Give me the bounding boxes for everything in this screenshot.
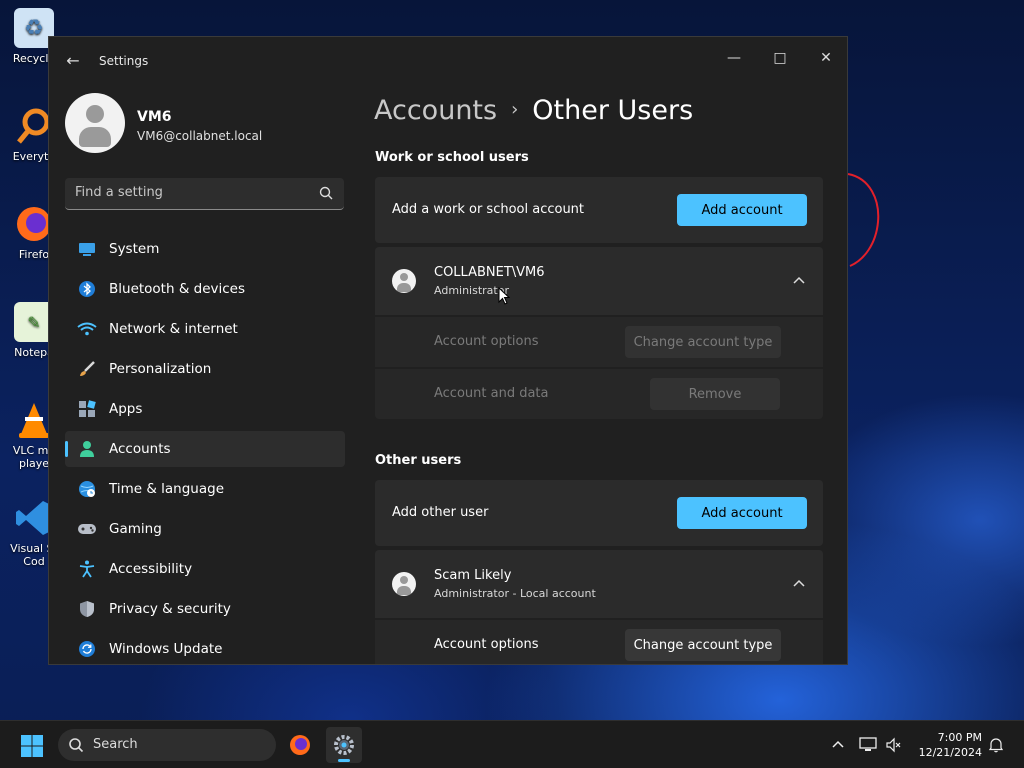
add-work-account-label: Add a work or school account bbox=[392, 202, 585, 217]
sidebar-item-time-language[interactable]: Time & language bbox=[65, 471, 345, 507]
search-icon bbox=[69, 738, 84, 753]
sidebar-item-label: Accounts bbox=[109, 441, 171, 457]
work-account-options-label: Account options bbox=[434, 334, 539, 349]
taskbar-settings-button[interactable] bbox=[326, 727, 362, 763]
user-avatar-icon bbox=[392, 572, 416, 596]
sidebar-item-label: Privacy & security bbox=[109, 601, 231, 617]
sidebar-item-apps[interactable]: Apps bbox=[65, 391, 345, 427]
taskbar-firefox-button[interactable] bbox=[282, 727, 318, 763]
sidebar-item-label: Personalization bbox=[109, 361, 212, 377]
chevron-up-icon[interactable] bbox=[791, 273, 807, 289]
update-icon bbox=[77, 639, 97, 659]
add-other-user-card: Add other user Add account bbox=[375, 480, 823, 546]
avatar bbox=[65, 93, 125, 153]
other-change-account-type-button[interactable]: Change account type bbox=[625, 629, 781, 661]
search-icon[interactable] bbox=[318, 185, 334, 201]
shield-icon bbox=[77, 599, 97, 619]
add-other-user-label: Add other user bbox=[392, 505, 489, 520]
accounts-icon bbox=[77, 439, 97, 459]
accessibility-icon bbox=[77, 559, 97, 579]
sidebar-nav: System Bluetooth & devices Network & int… bbox=[65, 231, 345, 664]
profile-email: VM6@collabnet.local bbox=[137, 129, 263, 143]
chevron-up-tray-icon[interactable] bbox=[828, 735, 848, 755]
work-account-options-row: Account options Change account type bbox=[375, 317, 823, 367]
other-user-card[interactable]: Scam Likely Administrator - Local accoun… bbox=[375, 550, 823, 618]
sidebar-item-personalization[interactable]: Personalization bbox=[65, 351, 345, 387]
clock-date: 12/21/2024 bbox=[918, 746, 982, 759]
work-remove-button[interactable]: Remove bbox=[650, 378, 780, 410]
maximize-button[interactable]: □ bbox=[757, 43, 803, 73]
sidebar-item-network[interactable]: Network & internet bbox=[65, 311, 345, 347]
network-icon bbox=[77, 319, 97, 339]
add-work-account-button[interactable]: Add account bbox=[677, 194, 807, 226]
red-annotation-scribble bbox=[847, 173, 880, 267]
notification-bell-icon[interactable] bbox=[986, 735, 1006, 755]
minimize-button[interactable]: — bbox=[711, 43, 757, 73]
find-setting-input[interactable] bbox=[75, 185, 305, 200]
taskbar: Search 7:00 PM 12/21/2024 bbox=[0, 720, 1024, 768]
network-monitor-icon[interactable] bbox=[858, 735, 878, 755]
sidebar-item-label: Windows Update bbox=[109, 641, 223, 657]
brush-icon bbox=[77, 359, 97, 379]
window-title: Settings bbox=[99, 54, 149, 68]
mouse-cursor-icon bbox=[498, 287, 510, 305]
add-work-account-card: Add a work or school account Add account bbox=[375, 177, 823, 243]
work-change-account-type-button[interactable]: Change account type bbox=[625, 326, 781, 358]
firefox-icon bbox=[290, 735, 310, 755]
close-button[interactable]: ✕ bbox=[803, 43, 847, 73]
find-setting-box[interactable] bbox=[65, 178, 344, 210]
other-users-heading: Other users bbox=[375, 453, 462, 468]
volume-muted-icon[interactable] bbox=[884, 735, 904, 755]
breadcrumb-parent-accounts[interactable]: Accounts bbox=[374, 95, 497, 126]
gamepad-icon bbox=[77, 519, 97, 539]
breadcrumb-separator-icon: › bbox=[511, 99, 519, 120]
sidebar-item-label: Time & language bbox=[109, 481, 225, 497]
taskbar-clock[interactable]: 7:00 PM 12/21/2024 bbox=[912, 730, 982, 760]
sidebar-item-bluetooth[interactable]: Bluetooth & devices bbox=[65, 271, 345, 307]
other-user-role: Administrator - Local account bbox=[434, 587, 596, 600]
bluetooth-icon bbox=[77, 279, 97, 299]
work-account-data-row: Account and data Remove bbox=[375, 369, 823, 419]
sidebar-item-windows-update[interactable]: Windows Update bbox=[65, 631, 345, 664]
sidebar-item-system[interactable]: System bbox=[65, 231, 345, 267]
add-other-user-button[interactable]: Add account bbox=[677, 497, 807, 529]
gear-icon bbox=[334, 735, 354, 755]
work-account-data-label: Account and data bbox=[434, 386, 549, 401]
work-user-card[interactable]: COLLABNET\VM6 Administrator bbox=[375, 247, 823, 315]
apps-icon bbox=[77, 399, 97, 419]
sidebar-item-label: Apps bbox=[109, 401, 143, 417]
sidebar-item-label: Gaming bbox=[109, 521, 162, 537]
title-bar[interactable]: ← Settings — □ ✕ bbox=[49, 37, 847, 85]
user-avatar-icon bbox=[392, 269, 416, 293]
chevron-up-icon[interactable] bbox=[791, 576, 807, 592]
globe-clock-icon bbox=[77, 479, 97, 499]
sidebar-item-label: Network & internet bbox=[109, 321, 238, 337]
sidebar-item-label: Accessibility bbox=[109, 561, 193, 577]
taskbar-search-box[interactable]: Search bbox=[58, 729, 276, 761]
other-account-options-row: Account options Change account type bbox=[375, 620, 823, 664]
system-icon bbox=[77, 239, 97, 259]
sidebar-item-accounts[interactable]: Accounts bbox=[65, 431, 345, 467]
windows-start-icon[interactable] bbox=[20, 734, 44, 758]
back-arrow-icon[interactable]: ← bbox=[63, 51, 83, 71]
page-title: Other Users bbox=[532, 95, 694, 126]
sidebar-item-label: Bluetooth & devices bbox=[109, 281, 246, 297]
work-user-name: COLLABNET\VM6 bbox=[434, 265, 545, 280]
other-user-name: Scam Likely bbox=[434, 568, 512, 583]
sidebar-item-accessibility[interactable]: Accessibility bbox=[65, 551, 345, 587]
sidebar-item-gaming[interactable]: Gaming bbox=[65, 511, 345, 547]
clock-time: 7:00 PM bbox=[937, 731, 982, 744]
sidebar-item-label: System bbox=[109, 241, 160, 257]
breadcrumb: Accounts › Other Users bbox=[374, 95, 693, 126]
taskbar-search-label: Search bbox=[93, 737, 138, 752]
sidebar-item-privacy-security[interactable]: Privacy & security bbox=[65, 591, 345, 627]
profile-name: VM6 bbox=[137, 109, 172, 125]
settings-window: ← Settings — □ ✕ VM6 VM6@collabnet.local… bbox=[48, 36, 848, 665]
work-school-heading: Work or school users bbox=[375, 150, 529, 165]
other-account-options-label: Account options bbox=[434, 637, 539, 652]
